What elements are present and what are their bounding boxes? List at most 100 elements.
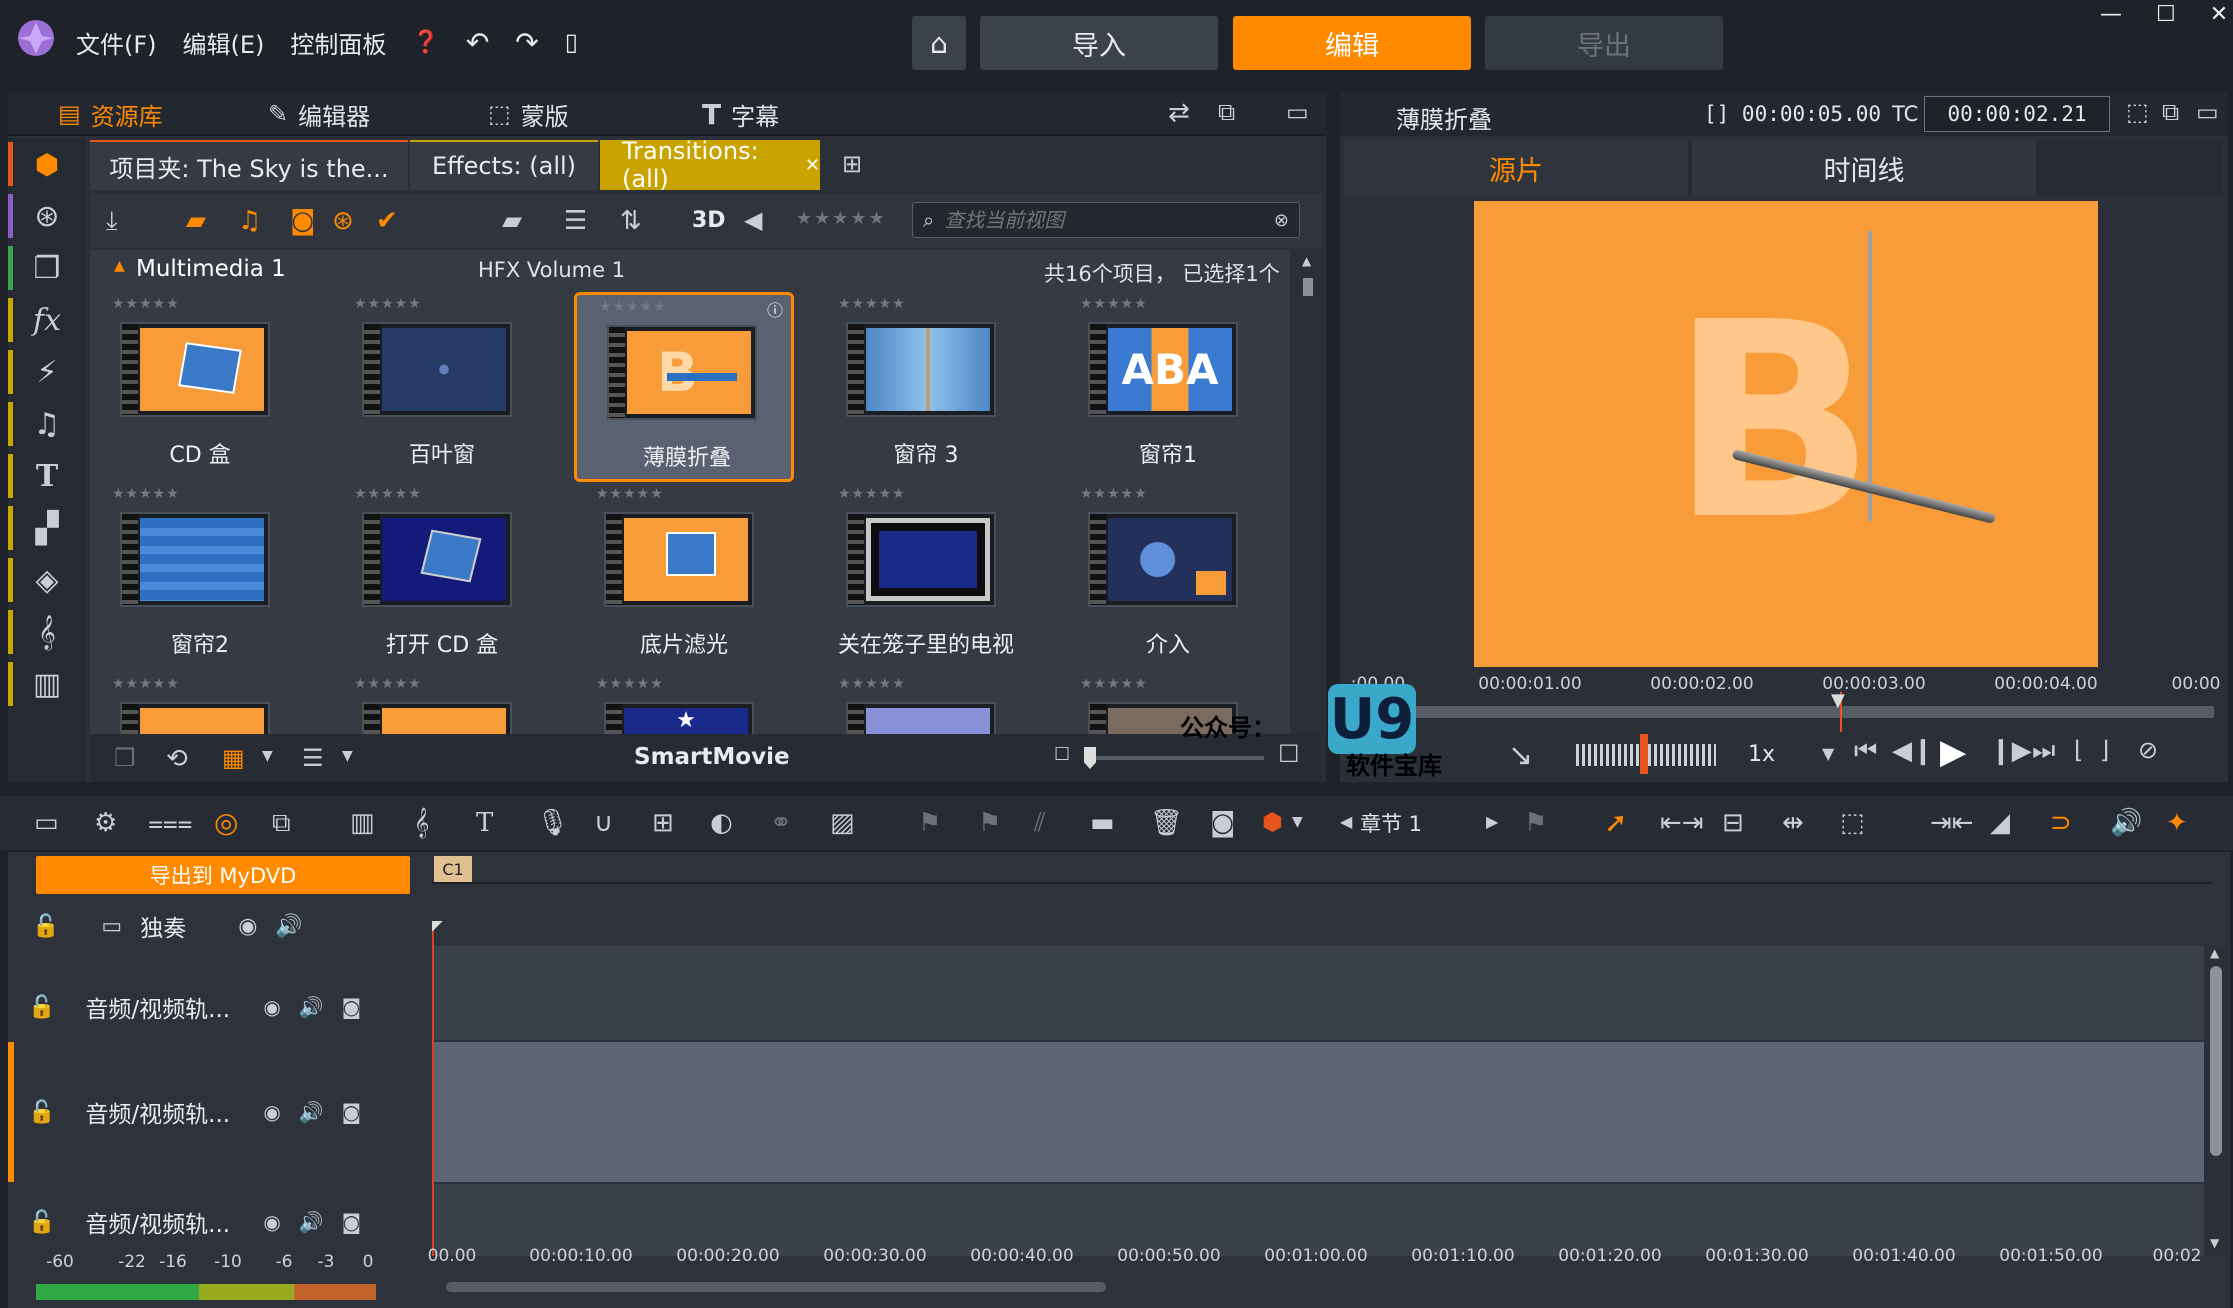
tile-partial[interactable]: ★★★★★ ★ (574, 672, 794, 734)
video-filter-icon[interactable]: ▰ (186, 206, 206, 236)
scroll-up-icon[interactable]: ▲ (2210, 946, 2219, 960)
color-wheel-icon[interactable]: ◐ (710, 808, 733, 838)
scroll-thumb[interactable] (2210, 966, 2222, 1156)
rating-stars[interactable]: ★★★★★ (354, 676, 422, 692)
folder-icon[interactable]: ▰ (502, 206, 522, 236)
audio-mixer-icon[interactable]: ▥ (350, 808, 375, 838)
smartmovie-button[interactable]: SmartMovie (634, 744, 790, 770)
ramp-icon[interactable]: ◢ (1990, 808, 2010, 838)
collapse-triangle-icon[interactable]: ▲ (114, 258, 125, 274)
popout-icon[interactable]: ⧉ (1218, 98, 1235, 126)
tile-film-fold-selected[interactable]: ★★★★★ ⓘ B 薄膜折叠 (574, 292, 794, 482)
checked-filter-icon[interactable]: ✔ (376, 206, 398, 236)
tab-project-bin[interactable]: 项目夹: The Sky is the... (90, 140, 408, 190)
preview-canvas[interactable]: B (1474, 201, 2098, 667)
speed-select[interactable]: 1x (1748, 742, 1775, 767)
chapter-marker[interactable]: C1 (434, 856, 472, 882)
maximize-icon[interactable]: ☐ (2156, 2, 2176, 27)
trash-icon[interactable]: 🗑 (1150, 808, 1183, 838)
close-tab-icon[interactable]: ✕ (805, 155, 820, 176)
track-height-icon[interactable]: ⩶ (148, 808, 193, 839)
go-to-start-icon[interactable]: ⏮ (1854, 736, 1877, 767)
chapter-flag-icon[interactable]: ⚑ (1524, 808, 1547, 838)
disc-icon[interactable]: ◎ (214, 806, 238, 839)
step-forward-icon[interactable]: ❙▶ (1990, 736, 2032, 766)
chevron-down-icon[interactable]: ▼ (262, 748, 273, 764)
minimize-icon[interactable]: — (2100, 2, 2122, 27)
sidebar-item-projects[interactable]: ❐ (8, 242, 86, 294)
insert-arrow-icon[interactable]: ↘ (1508, 738, 1533, 773)
playhead-handle-icon[interactable]: ▼ (1831, 690, 1845, 711)
document-icon[interactable]: ▯ (565, 28, 578, 56)
razor-icon[interactable]: ▬ (1090, 808, 1115, 838)
popout-icon[interactable]: ⧉ (2162, 98, 2179, 126)
fullscreen-icon[interactable]: ⬚ (2126, 98, 2149, 126)
sidebar-item-soundeffects[interactable]: ▥ (8, 658, 86, 710)
tile-film-filter[interactable]: ★★★★★ 底片滤光 (574, 482, 794, 672)
gear-icon[interactable]: ⚙ (94, 808, 117, 838)
help-icon[interactable]: ❓ (412, 30, 439, 55)
grid-view-icon[interactable]: ▦ (222, 744, 245, 772)
timecode-field[interactable]: 00:00:02.21 (1924, 96, 2110, 132)
speaker-icon[interactable]: 🔊 (299, 1210, 324, 1234)
tile-open-cd-box[interactable]: ★★★★★ 打开 CD 盒 (332, 482, 552, 672)
menu-file[interactable]: 文件(F) (76, 25, 157, 60)
audio-filter-icon[interactable]: ♫ (238, 206, 261, 236)
marker-icon[interactable]: ⬢ (1262, 808, 1283, 836)
track-name[interactable]: 音频/视频轨... (85, 990, 245, 1024)
tab-effects[interactable]: Effects: (all) (410, 140, 598, 190)
camera-icon[interactable]: ◙ (342, 1100, 361, 1124)
treble-clef-icon[interactable]: 𝄞 (414, 808, 429, 839)
edit-mode-button[interactable]: 编辑 (1233, 16, 1471, 70)
lock-icon[interactable]: 🔓 (28, 1210, 55, 1235)
scroll-up-icon[interactable]: ▲ (1302, 254, 1311, 268)
slider-handle[interactable] (1084, 747, 1096, 769)
tile-curtain-2[interactable]: ★★★★★ 窗帘2 (90, 482, 310, 672)
blend-icon[interactable]: ⚭ (770, 808, 792, 838)
lock-icon[interactable]: 🔓 (32, 914, 59, 939)
swap-icon[interactable]: ⇄ (1168, 98, 1190, 128)
timeline-scrollbar[interactable]: ▲ ▼ (2204, 946, 2228, 1256)
tab-mask[interactable]: ⬚ 蒙版 (488, 92, 569, 136)
rating-stars[interactable]: ★★★★★ (112, 486, 180, 502)
refresh-icon[interactable]: ⟲ (166, 744, 188, 774)
grid-scrollbar[interactable]: ▲ (1296, 250, 1320, 734)
redo-icon[interactable]: ↷ (515, 26, 538, 59)
sidebar-item-titles[interactable]: T (8, 450, 86, 502)
split-icon[interactable]: ⫽ (1034, 808, 1046, 839)
clear-marks-icon[interactable]: ⊘ (2138, 736, 2158, 764)
image-icon[interactable]: ▨ (830, 808, 855, 838)
sidebar-item-audio[interactable]: ♫ (8, 398, 86, 450)
photo-filter-icon[interactable]: ◙ (290, 206, 315, 236)
rating-stars[interactable]: ★★★★★ (599, 299, 667, 315)
slide-icon[interactable]: ⇹ (1782, 808, 1804, 838)
chapter-next-icon[interactable]: ▶ (1486, 812, 1498, 831)
project-filter-icon[interactable]: ⊛ (332, 206, 354, 236)
eye-icon[interactable]: ◉ (263, 1100, 280, 1124)
menu-edit[interactable]: 编辑(E) (183, 25, 265, 60)
track-name[interactable]: 音频/视频轨... (85, 1205, 245, 1239)
rating-stars[interactable]: ★★★★★ (596, 676, 664, 692)
marker-left-icon[interactable]: ⚑ (918, 808, 941, 838)
magnet-icon[interactable]: ⊃ (2050, 808, 2072, 838)
lock-icon[interactable]: 🔓 (28, 1100, 55, 1125)
sort-icon[interactable]: ⇅ (620, 206, 642, 236)
camera-icon[interactable]: ◙ (342, 995, 361, 1019)
title-icon[interactable]: T (476, 808, 493, 838)
sidebar-item-media[interactable]: ⊛ (8, 190, 86, 242)
mark-in-icon[interactable]: ⌊ (2074, 736, 2083, 764)
rating-stars[interactable]: ★★★★★ (1080, 676, 1148, 692)
rating-stars[interactable]: ★★★★★ (838, 676, 906, 692)
play-icon[interactable]: ▶ (1940, 732, 1966, 772)
tile-curtain-1[interactable]: ★★★★★ ABA 窗帘1 (1058, 292, 1278, 482)
undo-icon[interactable]: ↶ (466, 26, 489, 59)
stretch-icon[interactable]: ⬚ (1840, 808, 1865, 838)
rating-stars[interactable]: ★★★★★ (596, 486, 664, 502)
tab-source[interactable]: 源片 (1344, 140, 1688, 196)
sidebar-item-montage[interactable]: ▞ (8, 502, 86, 554)
rating-stars[interactable]: ★★★★★ (112, 296, 180, 312)
export-mode-button[interactable]: 导出 (1485, 16, 1723, 70)
tag-icon[interactable]: ◀ (744, 206, 762, 234)
export-to-mydvd-button[interactable]: 导出到 MyDVD (36, 856, 410, 894)
tab-library[interactable]: ▤ 资源库 (58, 92, 163, 136)
